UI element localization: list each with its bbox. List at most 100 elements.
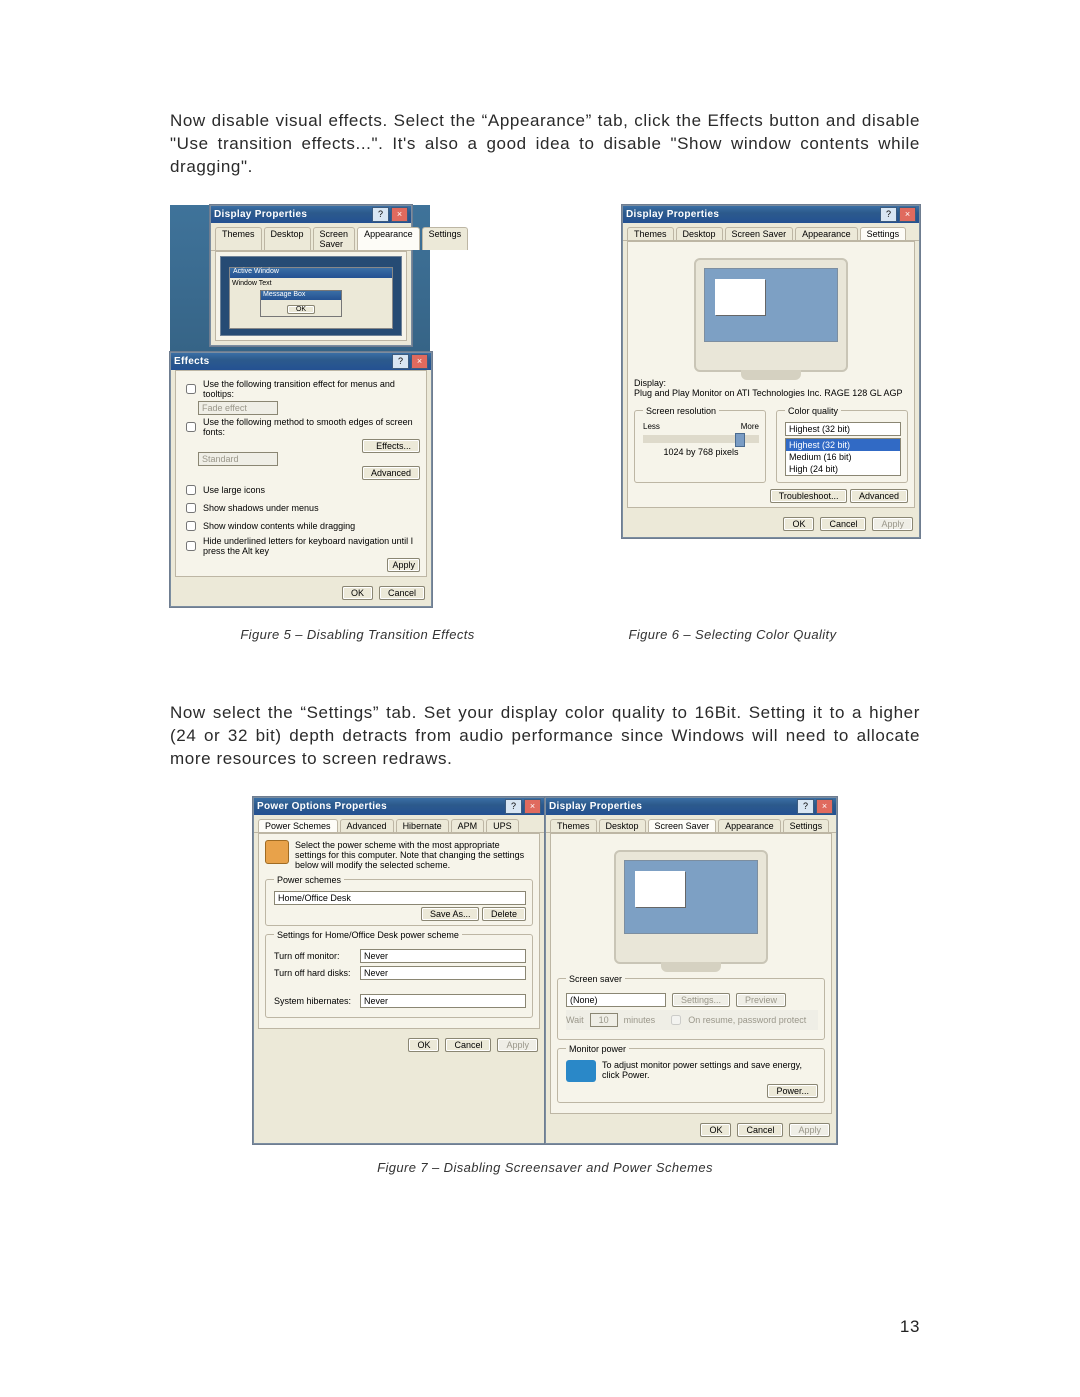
- close-icon[interactable]: ×: [816, 799, 833, 814]
- resolution-slider[interactable]: [643, 435, 759, 443]
- color-quality-list[interactable]: Highest (32 bit) Medium (16 bit) High (2…: [785, 438, 901, 476]
- lbl-turn-off-monitor: Turn off monitor:: [274, 951, 354, 961]
- wait-label: Wait: [566, 1015, 584, 1025]
- ok-button[interactable]: OK: [408, 1038, 439, 1052]
- ok-button[interactable]: OK: [783, 517, 814, 531]
- tab-desktop[interactable]: Desktop: [264, 227, 311, 250]
- chk-large-icons[interactable]: Use large icons: [182, 482, 420, 498]
- chk-password-protect: On resume, password protect: [667, 1012, 806, 1028]
- lbl-system-hibernates: System hibernates:: [274, 996, 354, 1006]
- chk-large-icons-label: Use large icons: [203, 485, 265, 495]
- monitor-power-hint: To adjust monitor power settings and sav…: [602, 1060, 818, 1081]
- energy-star-icon: [566, 1060, 596, 1082]
- tab-desktop[interactable]: Desktop: [676, 227, 723, 240]
- tab-settings[interactable]: Settings: [422, 227, 469, 250]
- tab-strip: Themes Desktop Screen Saver Appearance S…: [211, 223, 411, 251]
- tab-screen-saver[interactable]: Screen Saver: [648, 819, 717, 832]
- color-quality-legend: Color quality: [785, 406, 841, 416]
- delete-button[interactable]: Delete: [482, 907, 526, 921]
- screen-resolution-legend: Screen resolution: [643, 406, 719, 416]
- chk-hide-underlines[interactable]: Hide underlined letters for keyboard nav…: [182, 536, 420, 556]
- chk-password-protect-label: On resume, password protect: [688, 1015, 806, 1025]
- tab-settings[interactable]: Settings: [783, 819, 830, 832]
- power-schemes-legend: Power schemes: [274, 875, 344, 885]
- window-title: Display Properties: [214, 209, 307, 220]
- power-hint: Select the power scheme with the most ap…: [295, 840, 533, 871]
- save-as-button[interactable]: Save As...: [421, 907, 480, 921]
- cancel-button[interactable]: Cancel: [820, 517, 866, 531]
- page-number: 13: [900, 1317, 920, 1337]
- tab-ups[interactable]: UPS: [486, 819, 519, 832]
- close-icon[interactable]: ×: [524, 799, 541, 814]
- display-properties-screensaver-dialog: Display Properties ? × Themes Desktop Sc…: [545, 797, 837, 1144]
- preview-message-box: Message Box: [261, 291, 341, 300]
- help-icon[interactable]: ?: [880, 207, 897, 222]
- help-icon[interactable]: ?: [505, 799, 522, 814]
- turn-off-disks-select[interactable]: Never: [360, 966, 526, 980]
- chk-smooth-fonts[interactable]: Use the following method to smooth edges…: [182, 417, 420, 437]
- effects-dialog: Effects ? × Use the following transition…: [170, 352, 432, 607]
- tab-appearance[interactable]: Appearance: [718, 819, 781, 832]
- preview-ok-button: OK: [287, 305, 315, 314]
- troubleshoot-button[interactable]: Troubleshoot...: [770, 489, 848, 503]
- apply-button[interactable]: Apply: [387, 558, 420, 572]
- screensaver-select[interactable]: (None): [566, 993, 666, 1007]
- figure-5: Display Properties ? × Themes Desktop Sc…: [170, 205, 430, 607]
- color-quality-select[interactable]: Highest (32 bit): [785, 422, 901, 436]
- tab-themes[interactable]: Themes: [627, 227, 674, 240]
- tab-desktop[interactable]: Desktop: [599, 819, 646, 832]
- cancel-button[interactable]: Cancel: [737, 1123, 783, 1137]
- tab-hibernate[interactable]: Hibernate: [396, 819, 449, 832]
- effects-button[interactable]: Effects...: [362, 439, 420, 453]
- tab-advanced[interactable]: Advanced: [340, 819, 394, 832]
- chk-shadows[interactable]: Show shadows under menus: [182, 500, 420, 516]
- tab-screen-saver[interactable]: Screen Saver: [313, 227, 356, 250]
- help-icon[interactable]: ?: [797, 799, 814, 814]
- caption-row-1: Figure 5 – Disabling Transition Effects …: [170, 627, 920, 642]
- paragraph-1: Now disable visual effects. Select the “…: [170, 110, 920, 179]
- close-icon[interactable]: ×: [391, 207, 408, 222]
- tab-themes[interactable]: Themes: [215, 227, 262, 250]
- window-title: Display Properties: [549, 801, 642, 812]
- figure-6-caption: Figure 6 – Selecting Color Quality: [545, 627, 920, 642]
- figure-7: Power Options Properties ? × Power Schem…: [170, 797, 920, 1144]
- cq-option-high[interactable]: High (24 bit): [786, 463, 900, 475]
- close-icon[interactable]: ×: [411, 354, 428, 369]
- system-hibernates-select[interactable]: Never: [360, 994, 526, 1008]
- cq-option-highest[interactable]: Highest (32 bit): [786, 439, 900, 451]
- ok-button[interactable]: OK: [342, 586, 373, 600]
- help-icon[interactable]: ?: [372, 207, 389, 222]
- wait-spinner: 10: [590, 1013, 618, 1027]
- close-icon[interactable]: ×: [899, 207, 916, 222]
- display-properties-dialog: Display Properties ? × Themes Desktop Sc…: [210, 205, 412, 346]
- tab-screen-saver[interactable]: Screen Saver: [725, 227, 794, 240]
- monitor-preview: [557, 840, 825, 970]
- preview-active-window: Active Window: [230, 268, 392, 278]
- help-icon[interactable]: ?: [392, 354, 409, 369]
- chk-shadows-label: Show shadows under menus: [203, 503, 319, 513]
- chk-show-dragging[interactable]: Show window contents while dragging: [182, 518, 420, 534]
- resolution-value: 1024 by 768 pixels: [643, 447, 759, 457]
- tab-power-schemes[interactable]: Power Schemes: [258, 819, 338, 832]
- tab-appearance[interactable]: Appearance: [357, 227, 420, 250]
- turn-off-monitor-select[interactable]: Never: [360, 949, 526, 963]
- power-button[interactable]: Power...: [767, 1084, 818, 1098]
- cq-option-medium[interactable]: Medium (16 bit): [786, 451, 900, 463]
- chk-hide-underlines-label: Hide underlined letters for keyboard nav…: [203, 536, 420, 556]
- figure-7-caption: Figure 7 – Disabling Screensaver and Pow…: [170, 1160, 920, 1175]
- cancel-button[interactable]: Cancel: [379, 586, 425, 600]
- chk-transition-effects[interactable]: Use the following transition effect for …: [182, 379, 420, 399]
- cancel-button[interactable]: Cancel: [445, 1038, 491, 1052]
- titlebar: Display Properties ? ×: [211, 206, 411, 223]
- wait-minutes: minutes: [624, 1015, 656, 1025]
- tab-apm[interactable]: APM: [451, 819, 485, 832]
- advanced-button[interactable]: Advanced: [362, 466, 420, 480]
- tab-appearance[interactable]: Appearance: [795, 227, 858, 240]
- tab-themes[interactable]: Themes: [550, 819, 597, 832]
- paragraph-2: Now select the “Settings” tab. Set your …: [170, 702, 920, 771]
- power-scheme-select[interactable]: Home/Office Desk: [274, 891, 526, 905]
- tab-settings[interactable]: Settings: [860, 227, 907, 240]
- ok-button[interactable]: OK: [700, 1123, 731, 1137]
- advanced-button[interactable]: Advanced: [850, 489, 908, 503]
- monitor-power-legend: Monitor power: [566, 1044, 629, 1054]
